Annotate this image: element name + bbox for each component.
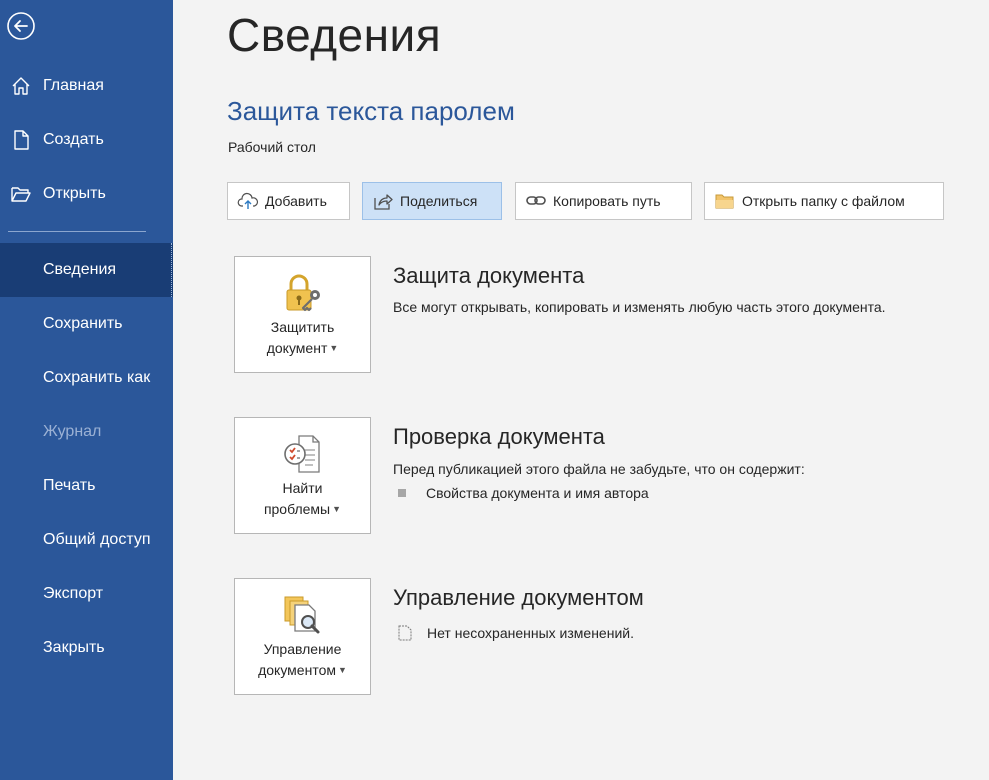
nav-label: Сохранить как [43, 369, 151, 386]
back-arrow-icon[interactable] [5, 10, 37, 42]
section-title: Управление документом [393, 585, 644, 610]
manage-document-icon [279, 591, 327, 639]
section-title: Проверка документа [393, 424, 605, 449]
new-document-icon [10, 129, 32, 151]
nav-item-history: Журнал [0, 405, 173, 459]
nav-label: Журнал [43, 423, 102, 440]
open-file-location-button[interactable]: Открыть папку с файлом [704, 182, 944, 220]
nav-label: Общий доступ [43, 531, 151, 548]
nav-label: Экспорт [43, 585, 104, 602]
nav-label: Закрыть [43, 639, 105, 656]
home-icon [10, 75, 32, 97]
list-item: Нет несохраненных изменений. [398, 625, 634, 641]
action-label: Добавить [265, 193, 327, 209]
open-folder-icon [10, 183, 32, 205]
page-title: Сведения [227, 9, 442, 61]
nav-item-save[interactable]: Сохранить [0, 297, 173, 351]
nav-label: Создать [43, 131, 104, 148]
section-title: Защита документа [393, 263, 585, 288]
nav-label: Открыть [43, 185, 106, 202]
bullet-square-icon [398, 489, 406, 497]
dropdown-caret-icon: ▼ [337, 665, 347, 675]
nav-item-new[interactable]: Создать [0, 113, 173, 167]
nav-label: Сведения [43, 261, 117, 278]
nav-item-share[interactable]: Общий доступ [0, 513, 173, 567]
nav-label: Главная [43, 77, 104, 94]
lock-key-icon [279, 269, 327, 317]
document-name: Защита текста паролем [227, 96, 515, 126]
nav-item-home[interactable]: Главная [0, 59, 173, 113]
sidebar-divider [8, 231, 146, 232]
dropdown-caret-icon: ▼ [329, 343, 339, 353]
tile-label: Управление документом ▼ [258, 641, 347, 678]
dropdown-caret-icon: ▼ [332, 504, 342, 514]
section-description: Все могут открывать, копировать и изменя… [393, 299, 886, 315]
nav-item-save-as[interactable]: Сохранить как [0, 351, 173, 405]
nav-item-export[interactable]: Экспорт [0, 567, 173, 621]
nav-item-open[interactable]: Открыть [0, 167, 173, 221]
nav-item-print[interactable]: Печать [0, 459, 173, 513]
copy-path-button[interactable]: Копировать путь [515, 182, 692, 220]
protect-document-button[interactable]: Защитить документ ▼ [234, 256, 371, 373]
unsaved-document-icon [398, 625, 412, 641]
inspect-document-icon [279, 430, 327, 478]
upload-button[interactable]: Добавить [227, 182, 350, 220]
nav-label: Печать [43, 477, 96, 494]
document-location: Рабочий стол [228, 139, 316, 155]
share-icon [372, 190, 394, 212]
nav-label: Сохранить [43, 315, 123, 332]
tile-label: Защитить документ ▼ [266, 319, 339, 356]
folder-icon [714, 190, 736, 212]
action-label: Поделиться [400, 193, 478, 209]
link-icon [525, 190, 547, 212]
manage-document-button[interactable]: Управление документом ▼ [234, 578, 371, 695]
share-button[interactable]: Поделиться [362, 182, 502, 220]
backstage-sidebar: Главная Создать Открыть Сведения Сохрани… [0, 0, 173, 780]
nav-item-close[interactable]: Закрыть [0, 621, 173, 675]
check-for-issues-button[interactable]: Найти проблемы ▼ [234, 417, 371, 534]
info-panel: Сведения Защита текста паролем Рабочий с… [173, 0, 989, 780]
action-label: Копировать путь [553, 193, 661, 209]
action-label: Открыть папку с файлом [742, 193, 905, 209]
tile-label: Найти проблемы ▼ [263, 480, 342, 517]
list-item: Свойства документа и имя автора [398, 485, 649, 501]
section-description: Перед публикацией этого файла не забудьт… [393, 461, 805, 477]
nav-item-info[interactable]: Сведения [0, 243, 173, 297]
cloud-upload-icon [237, 190, 259, 212]
